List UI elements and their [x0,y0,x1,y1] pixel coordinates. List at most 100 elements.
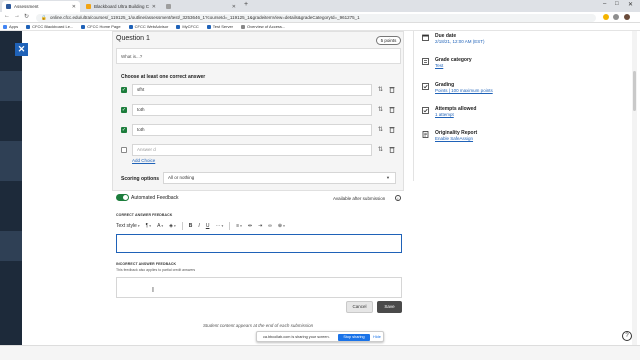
page-scrollbar[interactable] [632,31,637,345]
help-icon[interactable]: ? [622,331,632,341]
back-icon[interactable]: ← [4,13,10,19]
scrollbar-thumb[interactable] [633,71,636,111]
trash-icon[interactable] [389,146,395,153]
profile-avatar[interactable] [624,14,630,20]
bookmark-icon [176,24,181,29]
cancel-button[interactable]: Cancel [346,301,373,313]
close-window-icon[interactable]: ✕ [628,1,633,8]
apps-grid-icon [3,24,7,29]
reorder-icon[interactable]: ⇅ [378,146,383,153]
bold-icon[interactable]: B [189,223,193,229]
info-icon[interactable]: i [395,195,401,201]
settings-divider [413,31,414,181]
calendar-icon [422,34,429,41]
list-icon[interactable]: ≡ ▾ [236,223,242,229]
stop-sharing-button[interactable]: Stop sharing [338,333,370,341]
forward-icon[interactable]: → [14,13,20,19]
background-course-strip [0,31,22,345]
correct-answer-checkbox[interactable]: ✓ [121,107,127,113]
tab-label: Blackboard Ultra Building Cours [94,4,149,9]
hide-share-bar-button[interactable]: Hide [373,332,381,342]
maximize-icon[interactable]: □ [615,1,619,7]
address-bar-row: ← → ↻ 🔒 online.cfcc.edu/ultra/courses/_1… [0,12,640,23]
insert-content-icon[interactable]: ⊕ ▾ [278,223,285,229]
bookmark-webadvisor[interactable]: CFCC WebAdvisor [128,24,168,29]
correct-feedback-caption: CORRECT ANSWER FEEDBACK [116,213,173,217]
points-badge[interactable]: 5 points [376,36,401,45]
grade-category-icon [422,58,429,65]
font-size-icon[interactable]: A ▾ [157,223,163,229]
answer-row: ✓ toth ⇅ [121,104,396,116]
indent-icon[interactable]: ⇥ [258,223,262,229]
grading-icon [422,83,429,90]
attempts-icon [422,107,429,114]
reorder-icon[interactable]: ⇅ [378,126,383,133]
page-favicon-icon [166,4,171,9]
text-style-select[interactable]: Text style ▾ [116,223,140,229]
close-tab-icon[interactable]: ✕ [72,4,76,10]
answer-checkbox[interactable] [121,147,127,153]
answer-field[interactable]: Answer d [132,144,372,156]
bookmark-icon [241,24,246,29]
tab-label: Assessment [14,4,39,9]
plus-icon[interactable]: + [244,1,248,8]
feedback-availability[interactable]: Available after submission [333,196,385,201]
close-tab-icon[interactable]: ✕ [152,4,156,10]
close-panel-button[interactable]: ✕ [15,43,28,56]
question-title: Question 1 [116,35,150,42]
reorder-icon[interactable]: ⇅ [378,106,383,113]
tab-assessment[interactable]: Assessment ✕ [2,1,80,12]
originality-icon [422,131,429,138]
add-choice-link[interactable]: Add Choice [132,158,155,163]
correct-feedback-editor[interactable] [116,234,402,253]
tab-blackboard-ultra[interactable]: Blackboard Ultra Building Cours ✕ [82,1,160,12]
trash-icon[interactable] [389,106,395,113]
correct-answer-checkbox[interactable]: ✓ [121,127,127,133]
choose-answer-label: Choose at least one correct answer [121,74,206,80]
answer-field[interactable]: sfht [132,84,372,96]
reload-icon[interactable]: ↻ [24,13,29,20]
bookmark-blackboard[interactable]: CFCC Blackboard Le... [26,24,73,29]
url-field[interactable]: 🔒 online.cfcc.edu/ultra/courses/_119125_… [36,13,596,22]
bookmarks-bar: Apps CFCC Blackboard Le... CFCC Home Pag… [0,23,640,31]
chevron-down-icon: ▾ [137,224,140,228]
correct-answer-checkbox[interactable]: ✓ [121,87,127,93]
trash-icon[interactable] [389,86,395,93]
bookmark-icon [206,24,211,29]
reorder-icon[interactable]: ⇅ [378,86,383,93]
paragraph-icon[interactable]: ¶ ▾ [146,223,151,229]
bookmark-apps[interactable]: Apps [3,24,18,29]
trash-icon[interactable] [389,126,395,133]
question-text-field[interactable]: What is...? [116,48,401,64]
incorrect-feedback-note: This feedback also applies to partial cr… [116,268,196,272]
text-color-icon[interactable]: ◈ ▾ [169,223,176,229]
bookmark-home-page[interactable]: CFCC Home Page [81,24,121,29]
answer-row: ✓ sfht ⇅ [121,84,396,96]
bookmark-test-server[interactable]: Test Server [206,24,233,29]
close-tab-icon[interactable]: ✕ [232,4,236,10]
automated-feedback-label: Automated Feedback [131,195,179,201]
star-icon[interactable] [603,14,609,20]
screen-share-bar: ca.bbcollab.com is sharing your screen. … [256,331,384,342]
answer-row: Answer d ⇅ [121,144,396,156]
extension-icon[interactable] [613,14,619,20]
incorrect-feedback-editor[interactable] [116,277,402,298]
browser-tab-bar: Assessment ✕ Blackboard Ultra Building C… [0,0,640,12]
save-button[interactable]: Save [377,301,402,313]
underline-icon[interactable]: U [206,223,210,229]
scoring-options-select[interactable]: All or nothing ▼ [163,172,396,184]
automated-feedback-toggle[interactable] [116,194,129,201]
italic-icon[interactable]: I [198,223,199,229]
bookmark-icon [81,24,86,29]
answer-field[interactable]: toth [132,104,372,116]
answer-field[interactable]: toth [132,124,372,136]
more-format-icon[interactable]: ⋯ ▾ [215,223,223,229]
bookmark-overview[interactable]: Overview of Access... [241,24,285,29]
tab-third[interactable]: ✕ [162,1,240,12]
bottom-area [0,345,640,360]
align-icon[interactable]: ⇹ [248,223,252,229]
link-icon[interactable]: ∞ [268,223,272,229]
assessment-page: ✕ Question 1 5 points What is...? Choose… [0,31,640,345]
bookmark-mycfcc[interactable]: MyCFCC [176,24,199,29]
minimize-icon[interactable]: – [603,1,606,7]
